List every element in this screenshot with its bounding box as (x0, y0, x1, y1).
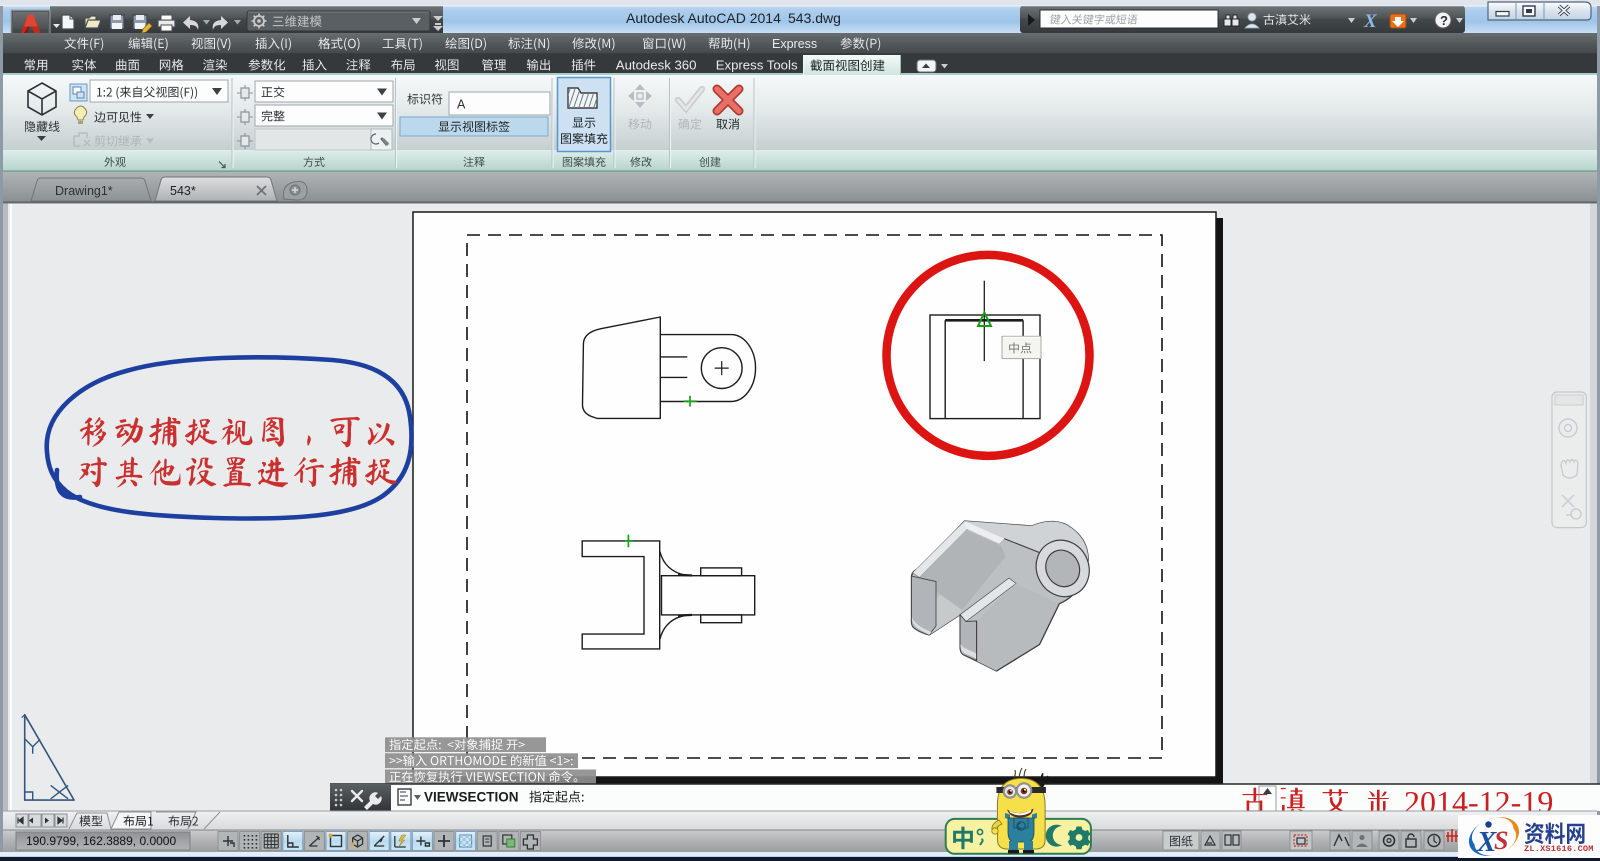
svg-text:Autodesk 360: Autodesk 360 (616, 58, 697, 73)
svg-text:VIEWSECTION: VIEWSECTION (424, 790, 519, 805)
svg-text:?: ? (1440, 13, 1448, 28)
svg-text:A: A (457, 98, 466, 112)
svg-text:Autodesk AutoCAD 2014: Autodesk AutoCAD 2014 (626, 10, 781, 26)
svg-text:X: X (1363, 11, 1378, 32)
svg-text:S: S (1494, 826, 1508, 855)
svg-text:ZL.XS1616.COM: ZL.XS1616.COM (1524, 844, 1594, 854)
svg-text:190.9799, 162.3889, 0.0000: 190.9799, 162.3889, 0.0000 (26, 834, 176, 848)
svg-text:Express Tools: Express Tools (716, 58, 798, 73)
svg-text:543.dwg: 543.dwg (788, 10, 841, 26)
svg-text:Express: Express (772, 37, 817, 51)
svg-text:543*: 543* (170, 184, 196, 198)
svg-text:Drawing1*: Drawing1* (55, 184, 113, 198)
